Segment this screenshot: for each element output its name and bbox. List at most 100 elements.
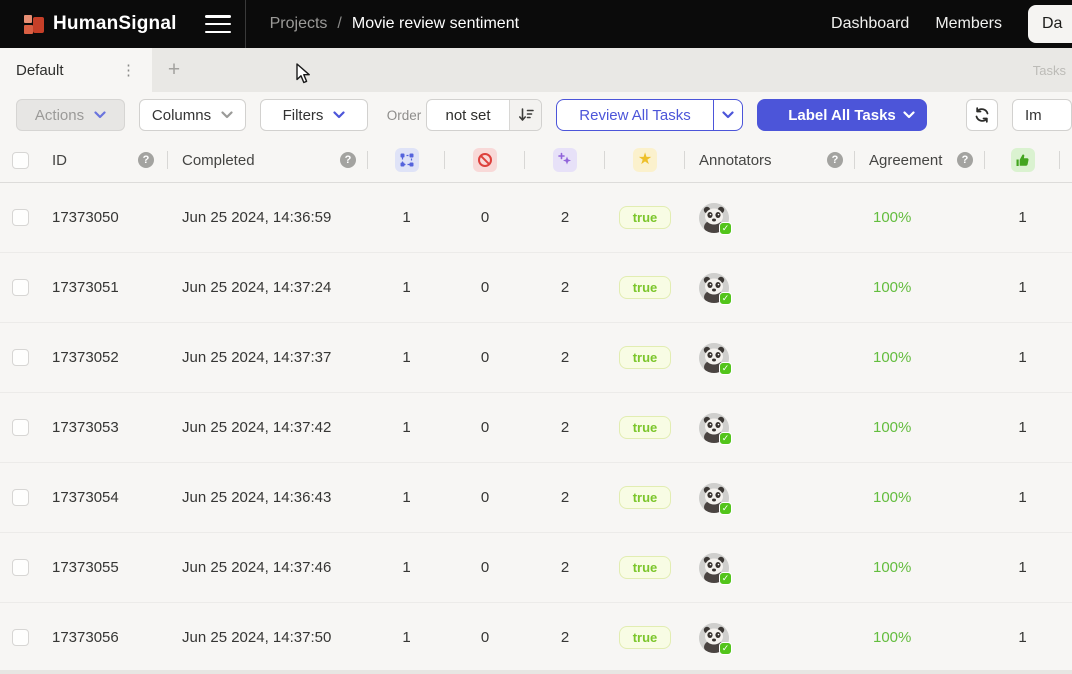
column-header-reviews[interactable] [985, 138, 1060, 182]
task-id-cell[interactable]: 17373050 [40, 183, 168, 252]
annotator-check-badge-icon: ✓ [719, 642, 732, 655]
actions-dropdown-button[interactable]: Actions [16, 99, 125, 131]
import-label: Im [1025, 107, 1042, 124]
task-id-cell[interactable]: 17373052 [40, 323, 168, 392]
table-row[interactable]: 17373050 Jun 25 2024, 14:36:59 1 0 2 tru… [0, 183, 1072, 253]
brand[interactable]: HumanSignal [24, 13, 177, 35]
breadcrumb-separator: / [337, 15, 341, 33]
column-header-cancelled[interactable] [445, 138, 525, 182]
table-row[interactable]: 17373055 Jun 25 2024, 14:37:46 1 0 2 tru… [0, 533, 1072, 603]
table-row[interactable]: 17373053 Jun 25 2024, 14:37:42 1 0 2 tru… [0, 393, 1072, 463]
column-header-agreement[interactable]: Agreement ? [855, 138, 985, 182]
cancelled-count-cell: 0 [445, 323, 525, 392]
reviews-count-cell: 1 [985, 463, 1060, 532]
row-checkbox[interactable] [12, 489, 29, 506]
row-checkbox[interactable] [12, 279, 29, 296]
overflow-cell [1060, 463, 1072, 532]
predictions-count-cell: 2 [525, 603, 605, 672]
sort-descending-icon [518, 108, 534, 122]
nav-dashboard-link[interactable]: Dashboard [831, 15, 909, 33]
sentiment-cell: true [605, 533, 685, 602]
overflow-cell [1060, 323, 1072, 392]
column-header-annotators[interactable]: Annotators ? [685, 138, 855, 182]
column-header-id[interactable]: ID ? [40, 138, 168, 182]
help-icon[interactable]: ? [957, 152, 973, 168]
sentiment-badge: true [619, 556, 672, 579]
chevron-down-icon [903, 111, 915, 119]
task-id-cell[interactable]: 17373054 [40, 463, 168, 532]
column-header-completed[interactable]: Completed ? [168, 138, 368, 182]
overflow-cell [1060, 533, 1072, 602]
overflow-cell [1060, 183, 1072, 252]
table-row[interactable]: 17373052 Jun 25 2024, 14:37:37 1 0 2 tru… [0, 323, 1072, 393]
task-id-cell[interactable]: 17373056 [40, 603, 168, 672]
filters-dropdown-button[interactable]: Filters [260, 99, 368, 131]
predictions-count-cell: 2 [525, 533, 605, 602]
row-checkbox-cell [0, 463, 40, 532]
label-all-tasks-button[interactable]: Label All Tasks [757, 99, 927, 131]
row-checkbox-cell [0, 603, 40, 672]
cancelled-count-cell: 0 [445, 603, 525, 672]
completed-cell: Jun 25 2024, 14:36:43 [168, 463, 368, 532]
annotator-avatar[interactable]: ✓ [699, 553, 729, 583]
toolbar: Actions Columns Filters Order not set Re… [0, 92, 1072, 138]
annotator-avatar[interactable]: ✓ [699, 273, 729, 303]
select-all-checkbox[interactable] [12, 152, 29, 169]
table-row[interactable]: 17373054 Jun 25 2024, 14:36:43 1 0 2 tru… [0, 463, 1072, 533]
review-all-tasks-split-chevron[interactable] [713, 100, 742, 130]
column-header-predictions[interactable] [525, 138, 605, 182]
columns-dropdown-button[interactable]: Columns [139, 99, 246, 131]
annotations-count-icon [395, 148, 419, 172]
task-id-cell[interactable]: 17373053 [40, 393, 168, 462]
order-value[interactable]: not set [427, 100, 509, 130]
annotator-avatar[interactable]: ✓ [699, 623, 729, 653]
horizontal-scrollbar[interactable] [0, 670, 1072, 674]
tab-default[interactable]: Default ⋮ [0, 48, 152, 92]
breadcrumb: Projects / Movie review sentiment [270, 15, 519, 33]
help-icon[interactable]: ? [340, 152, 356, 168]
add-tab-button[interactable]: + [152, 48, 196, 92]
predictions-count-icon [553, 148, 577, 172]
label-all-tasks-label: Label All Tasks [788, 107, 896, 124]
sentiment-cell: true [605, 253, 685, 322]
column-header-id-label: ID [52, 152, 67, 169]
hamburger-menu-icon[interactable] [205, 15, 231, 33]
task-id-cell[interactable]: 17373051 [40, 253, 168, 322]
order-selector[interactable]: not set [426, 99, 542, 131]
sort-direction-button[interactable] [509, 100, 541, 130]
review-all-tasks-button[interactable]: Review All Tasks [556, 99, 743, 131]
column-header-completed-label: Completed [182, 152, 255, 169]
chevron-down-icon [333, 111, 345, 119]
nav-members-link[interactable]: Members [935, 15, 1002, 33]
breadcrumb-projects-link[interactable]: Projects [270, 15, 328, 33]
help-icon[interactable]: ? [138, 152, 154, 168]
annotator-avatar[interactable]: ✓ [699, 203, 729, 233]
table-body: 17373050 Jun 25 2024, 14:36:59 1 0 2 tru… [0, 183, 1072, 673]
row-checkbox[interactable] [12, 559, 29, 576]
column-header-annotations[interactable] [368, 138, 445, 182]
row-checkbox[interactable] [12, 419, 29, 436]
table-row[interactable]: 17373056 Jun 25 2024, 14:37:50 1 0 2 tru… [0, 603, 1072, 673]
humansignal-logo-icon [24, 14, 44, 34]
import-button[interactable]: Im [1012, 99, 1072, 131]
nav-cta-button[interactable]: Da [1028, 5, 1072, 43]
row-checkbox[interactable] [12, 209, 29, 226]
thumbs-up-icon [1011, 148, 1035, 172]
task-id-cell[interactable]: 17373055 [40, 533, 168, 602]
filters-label: Filters [283, 107, 324, 124]
annotator-avatar[interactable]: ✓ [699, 343, 729, 373]
table-row[interactable]: 17373051 Jun 25 2024, 14:37:24 1 0 2 tru… [0, 253, 1072, 323]
column-header-sentiment[interactable]: ★ [605, 138, 685, 182]
annotator-avatar[interactable]: ✓ [699, 413, 729, 443]
annotator-check-badge-icon: ✓ [719, 432, 732, 445]
annotator-avatar[interactable]: ✓ [699, 483, 729, 513]
row-checkbox-cell [0, 253, 40, 322]
tab-options-kebab-icon[interactable]: ⋮ [117, 61, 140, 80]
row-checkbox[interactable] [12, 349, 29, 366]
topbar-divider [245, 0, 246, 48]
help-icon[interactable]: ? [827, 152, 843, 168]
refresh-button[interactable] [966, 99, 998, 131]
row-checkbox[interactable] [12, 629, 29, 646]
brand-name: HumanSignal [53, 13, 177, 35]
annotators-cell: ✓ [685, 393, 855, 462]
